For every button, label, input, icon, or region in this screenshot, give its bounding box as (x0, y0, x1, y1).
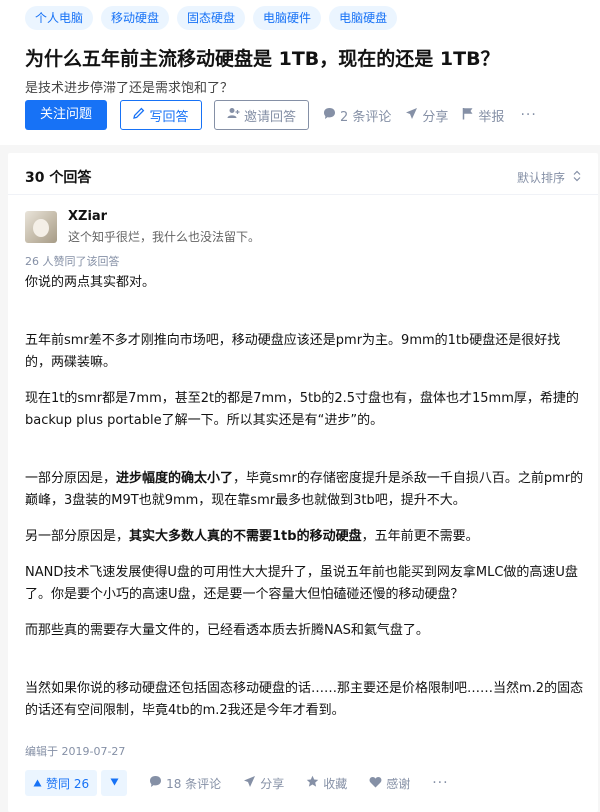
pencil-icon (133, 107, 145, 123)
answer-author: XZiar 这个知乎很烂，我什么也没法留下。 (25, 209, 260, 245)
question-comments-button[interactable]: 2 条评论 (323, 106, 391, 125)
thanks-label: 感谢 (386, 776, 411, 791)
answer-paragraph: 当然如果你说的移动硬盘还包括固态移动硬盘的话……那主要还是价格限制吧……当然m.… (25, 681, 584, 718)
topic-tags: 个人电脑 移动硬盘 固态硬盘 电脑硬件 电脑硬盘 (25, 6, 398, 30)
vote-summary: 26 人赞同了该回答 (25, 255, 120, 268)
question-description: 是技术进步停滞了还是需求饱和了？ (25, 81, 234, 96)
flag-icon (462, 107, 474, 124)
add-user-icon (227, 107, 240, 123)
vote-up-button[interactable]: 赞同 26 (25, 770, 98, 796)
triangle-up-icon (33, 776, 42, 790)
question-header: 个人电脑 移动硬盘 固态硬盘 电脑硬件 电脑硬盘 为什么五年前主流移动硬盘是 1… (0, 0, 600, 145)
answer-share-button[interactable]: 分享 (243, 775, 284, 792)
author-bio: 这个知乎很烂，我什么也没法留下。 (68, 230, 261, 244)
answer-comments-label: 18 条评论 (166, 776, 222, 791)
topic-tag[interactable]: 固态硬盘 (177, 6, 246, 30)
answer-list-header: 30 个回答 默认排序 (25, 165, 581, 189)
author-name[interactable]: XZiar (68, 209, 260, 224)
topic-tag[interactable]: 个人电脑 (25, 6, 94, 30)
topic-tag[interactable]: 电脑硬件 (253, 6, 322, 30)
sort-dropdown[interactable]: 默认排序 (517, 169, 581, 186)
favorite-button[interactable]: 收藏 (306, 775, 347, 792)
answer-comments-button[interactable]: 18 条评论 (149, 775, 221, 792)
question-comments-label: 2 条评论 (340, 109, 392, 125)
favorite-label: 收藏 (323, 776, 348, 791)
answer-count: 30 个回答 (25, 170, 92, 186)
answer-share-label: 分享 (260, 776, 285, 791)
invite-answer-button[interactable]: 邀请回答 (214, 100, 309, 130)
comment-icon (149, 775, 162, 791)
answer-paragraph: 现在1t的smr都是7mm，甚至2t的都是7mm，5tb的2.5寸盘也有，盘体也… (25, 391, 579, 428)
answer-list-card: 30 个回答 默认排序 XZiar 这个知乎很烂，我什么也没法留下。 26 人赞… (8, 153, 598, 812)
author-info: XZiar 这个知乎很烂，我什么也没法留下。 (68, 209, 260, 245)
answer-paragraph: 你说的两点其实都对。 (25, 275, 156, 290)
write-answer-button[interactable]: 写回答 (120, 100, 202, 130)
follow-question-button[interactable]: 关注问题 (25, 100, 107, 130)
share-icon (405, 107, 418, 124)
answer-actions: 赞同 26 18 条评论 分享 收藏 感谢 ··· (25, 770, 449, 796)
star-icon (306, 775, 319, 791)
share-icon (243, 775, 256, 791)
answer-content: 你说的两点其实都对。 五年前smr差不多才刚推向市场吧，移动硬盘应该还是pmr为… (25, 272, 585, 722)
comment-icon (323, 107, 336, 124)
answer-paragraph: 另一部分原因是，其实大多数人真的不需要1tb的移动硬盘，五年前更不需要。 (25, 529, 479, 544)
answer-paragraph: 一部分原因是，进步幅度的确太小了，毕竟smr的存储密度提升是杀敌一千自损八百。之… (25, 471, 584, 508)
sort-arrows-icon (573, 170, 581, 185)
answer-paragraph: 五年前smr差不多才刚推向市场吧，移动硬盘应该还是pmr为主。9mm的1tb硬盘… (25, 333, 561, 370)
invite-answer-label: 邀请回答 (243, 109, 296, 125)
answer-more-button[interactable]: ··· (432, 775, 448, 791)
edit-timestamp[interactable]: 编辑于 2019-07-27 (25, 743, 125, 759)
bold-text: 进步幅度的确太小了 (116, 471, 234, 486)
question-actions: 关注问题 写回答 邀请回答 2 条评论 分享 举报 ··· (25, 100, 537, 130)
answer-paragraph: 而那些真的需要存大量文件的，已经看透本质去折腾NAS和氦气盘了。 (25, 623, 429, 638)
topic-tag[interactable]: 电脑硬盘 (329, 6, 398, 30)
question-share-label: 分享 (422, 109, 449, 125)
vote-up-label: 赞同 26 (46, 776, 90, 791)
topic-tag[interactable]: 移动硬盘 (101, 6, 170, 30)
heart-icon (369, 776, 382, 791)
triangle-down-icon (110, 778, 119, 789)
thanks-button[interactable]: 感谢 (369, 775, 410, 792)
bold-text: 其实大多数人真的不需要1tb的移动硬盘 (129, 529, 362, 544)
question-report-label: 举报 (478, 109, 505, 125)
question-report-button[interactable]: 举报 (462, 106, 504, 125)
avatar[interactable] (25, 211, 57, 243)
answer-paragraph: NAND技术飞速发展使得U盘的可用性大大提升了，虽说五年前也能买到网友拿MLC做… (25, 565, 578, 602)
write-answer-label: 写回答 (149, 109, 189, 125)
question-more-button[interactable]: ··· (520, 107, 536, 123)
sort-label: 默认排序 (516, 170, 565, 185)
vote-down-button[interactable] (101, 770, 128, 796)
divider (8, 194, 598, 195)
question-share-button[interactable]: 分享 (405, 106, 448, 125)
question-title: 为什么五年前主流移动硬盘是 1TB，现在的还是 1TB？ (25, 48, 500, 70)
